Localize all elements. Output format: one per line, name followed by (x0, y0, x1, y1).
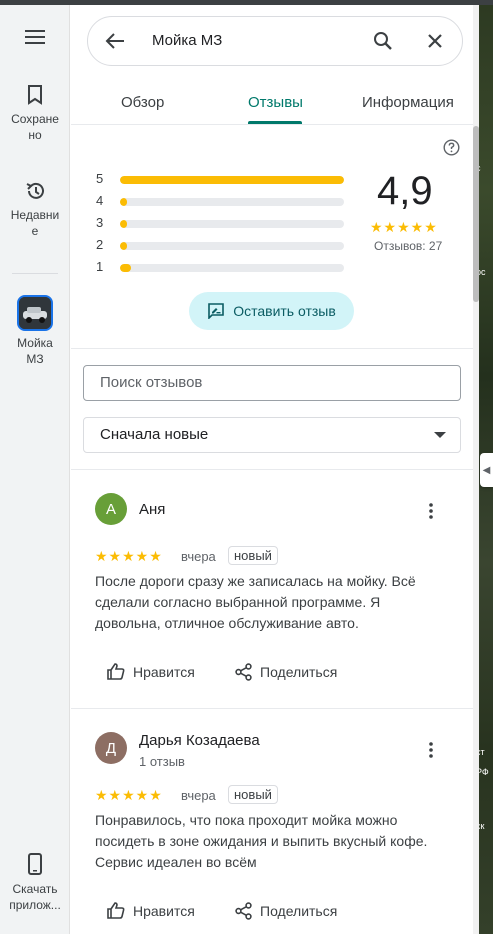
share-label: Поделиться (260, 903, 338, 919)
tab-reviews[interactable]: Отзывы (248, 94, 303, 111)
rail-divider (12, 273, 58, 274)
rating-bar-label: 1 (96, 259, 104, 274)
menu-icon (25, 30, 45, 44)
collapse-panel-button[interactable]: ◀ (480, 453, 493, 487)
rating-bar-track (120, 176, 344, 184)
average-rating: 4,9 (377, 169, 433, 213)
search-input[interactable]: Мойка МЗ (152, 32, 222, 49)
tab-bar: Обзор Отзывы Информация (71, 85, 473, 125)
avatar-initial: А (105, 500, 116, 518)
rail-download-label: Скачать прилож... (9, 882, 61, 912)
thumb-up-icon (107, 663, 125, 680)
sort-label: Сначала новые (100, 426, 209, 443)
place-thumbnail (17, 295, 53, 331)
search-reviews-placeholder: Поиск отзывов (100, 374, 203, 391)
help-icon[interactable] (443, 139, 460, 156)
rating-bar-track (120, 242, 344, 250)
review-date: вчера (181, 549, 216, 564)
review-author[interactable]: Аня (139, 501, 165, 518)
scrollbar-thumb[interactable] (473, 126, 479, 302)
rating-bar-fill (120, 198, 127, 206)
review-text: После дороги сразу же записалась на мойк… (95, 573, 416, 631)
rating-bar-fill (120, 176, 344, 184)
rating-bar-row[interactable]: 5 (96, 169, 356, 191)
sort-select[interactable]: Сначала новые (83, 417, 461, 453)
menu-button[interactable] (0, 29, 70, 51)
search-reviews-input[interactable]: Поиск отзывов (83, 365, 461, 401)
dropdown-arrow-icon (434, 432, 446, 438)
share-icon (235, 902, 252, 920)
chevron-left-icon: ◀ (482, 464, 491, 476)
rail-saved-label: Сохране но (11, 112, 59, 142)
rail-place-label: Мойка МЗ (17, 336, 53, 366)
rating-bar-row[interactable]: 3 (96, 213, 356, 235)
like-label: Нравится (133, 902, 195, 919)
review-card: А Аня ★★★★★ вчера новый После дороги сра… (71, 469, 473, 708)
avatar-initial: Д (105, 739, 117, 757)
rating-bar-label: 4 (96, 193, 104, 208)
review-stars: ★★★★★ (95, 548, 163, 564)
average-stars: ★★★★★ (370, 219, 438, 235)
review-count: Отзывов: 27 (374, 239, 443, 253)
rail-saved[interactable]: Сохране но (0, 85, 70, 143)
place-panel: Мойка МЗ Обзор Отзывы Информация 5 4 3 2 1 4… (71, 5, 473, 934)
back-arrow-icon[interactable] (104, 30, 126, 52)
rating-bar-track (120, 198, 344, 206)
like-button[interactable]: Нравится (107, 663, 195, 680)
thumb-up-icon (107, 902, 125, 919)
rail-recent[interactable]: Недавни е (0, 181, 70, 239)
rate-review-icon (208, 303, 225, 319)
review-stars: ★★★★★ (95, 787, 163, 803)
rating-bar-label: 3 (96, 215, 104, 230)
rating-bar-row[interactable]: 1 (96, 257, 356, 279)
avatar[interactable]: А (95, 493, 127, 525)
divider (71, 348, 473, 349)
search-box[interactable]: Мойка МЗ (87, 16, 463, 66)
rating-bar-label: 2 (96, 237, 104, 252)
tab-overview[interactable]: Обзор (121, 94, 164, 111)
search-icon[interactable] (372, 30, 394, 52)
share-icon (235, 663, 252, 681)
rail-recent-label: Недавни е (10, 208, 60, 238)
share-button[interactable]: Поделиться (235, 902, 337, 920)
avatar[interactable]: Д (95, 732, 127, 764)
new-badge: новый (228, 546, 278, 565)
rating-bar-track (120, 264, 344, 272)
history-icon (26, 182, 44, 199)
more-vert-icon[interactable] (429, 503, 433, 519)
rating-bar-track (120, 220, 344, 228)
rating-bar-row[interactable]: 4 (96, 191, 356, 213)
rail-download-app[interactable]: Скачать прилож... (0, 853, 70, 913)
rating-bar-label: 5 (96, 171, 104, 186)
like-button[interactable]: Нравится (107, 902, 195, 919)
write-review-button[interactable]: Оставить отзыв (189, 292, 354, 330)
rating-bar-fill (120, 220, 127, 228)
tab-info[interactable]: Информация (362, 94, 454, 111)
review-date: вчера (181, 788, 216, 803)
rating-bar-fill (120, 264, 132, 272)
rating-bar-fill (120, 242, 127, 250)
review-author-meta[interactable]: 1 отзыв (139, 754, 185, 769)
write-review-label: Оставить отзыв (233, 303, 336, 319)
rail-place[interactable]: Мойка МЗ (0, 295, 70, 367)
share-label: Поделиться (260, 664, 338, 680)
close-icon[interactable] (424, 30, 446, 52)
car-wash-photo (19, 297, 51, 329)
more-vert-icon[interactable] (429, 742, 433, 758)
active-tab-indicator (248, 121, 302, 124)
review-text: Понравилось, что пока проходит мойка мож… (95, 812, 428, 870)
new-badge: новый (228, 785, 278, 804)
bookmark-icon (28, 85, 42, 105)
review-card: Д Дарья Козадаева 1 отзыв ★★★★★ вчера но… (71, 708, 473, 934)
phone-icon (28, 853, 42, 875)
left-rail: Сохране но Недавни е Мойка МЗ Скачать пр… (0, 5, 70, 934)
review-author[interactable]: Дарья Козадаева (139, 732, 260, 749)
like-label: Нравится (133, 663, 195, 680)
rating-bar-row[interactable]: 2 (96, 235, 356, 257)
share-button[interactable]: Поделиться (235, 663, 337, 681)
